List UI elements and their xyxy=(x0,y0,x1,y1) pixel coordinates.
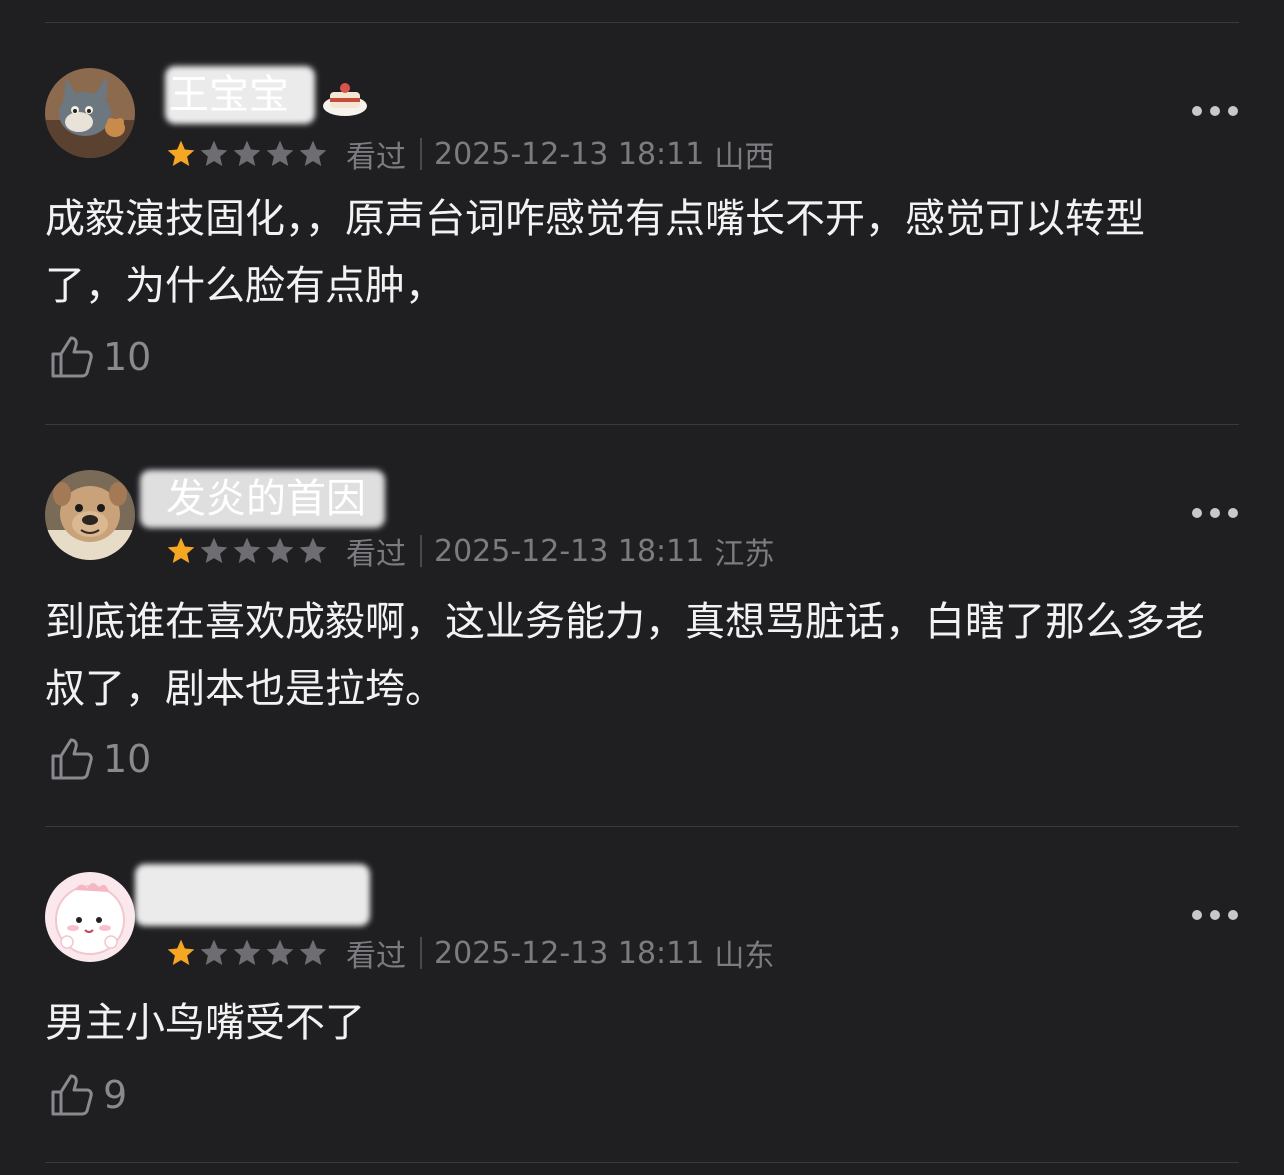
meta-separator xyxy=(420,535,422,567)
comment-text: 成毅演技固化，，原声台词咋感觉有点嘴长不开，感觉可以转型了，为什么脸有点肿， xyxy=(45,196,1145,309)
comment-location: 山西 xyxy=(714,140,775,175)
username[interactable] xyxy=(135,864,370,926)
more-options-icon[interactable] xyxy=(1192,905,1238,925)
thumbs-up-icon xyxy=(51,1074,93,1116)
comment-location: 江苏 xyxy=(714,537,775,572)
comment-meta: 看过 2025-12-13 18:11 江苏 xyxy=(165,531,775,572)
divider xyxy=(45,424,1239,425)
like-count: 10 xyxy=(103,335,152,379)
cartoon-cat-avatar-icon[interactable] xyxy=(45,68,135,158)
divider xyxy=(45,22,1239,23)
cake-badge-icon xyxy=(320,78,370,118)
comment-meta: 看过 2025-12-13 18:11 山西 xyxy=(165,134,775,175)
star-empty-icon xyxy=(299,939,327,965)
star-empty-icon xyxy=(200,939,228,965)
bulldog-avatar-icon[interactable] xyxy=(45,470,135,560)
star-empty-icon xyxy=(200,537,228,563)
star-empty-icon xyxy=(233,537,261,563)
star-empty-icon xyxy=(266,537,294,563)
star-empty-icon xyxy=(233,140,261,166)
star-empty-icon xyxy=(299,537,327,563)
thumbs-up-icon xyxy=(51,738,93,780)
watch-status: 看过 xyxy=(346,939,406,974)
meta-separator xyxy=(420,138,422,170)
comment-list-page: 王宝宝 看过 2025-12-13 18:11 山西 成毅演技固化，，原声台词咋… xyxy=(0,0,1284,1175)
rating-stars xyxy=(165,535,330,567)
star-empty-icon xyxy=(200,140,228,166)
like-button[interactable]: 10 xyxy=(47,332,151,382)
star-empty-icon xyxy=(266,140,294,166)
meta-separator xyxy=(420,937,422,969)
username[interactable]: 王宝宝 xyxy=(165,66,315,124)
pink-blob-avatar-icon[interactable] xyxy=(45,872,135,962)
like-count: 10 xyxy=(103,737,152,781)
star-filled-icon xyxy=(167,939,195,965)
watch-status: 看过 xyxy=(346,140,406,175)
comment-text: 到底谁在喜欢成毅啊，这业务能力，真想骂脏话，白瞎了那么多老叔了，剧本也是拉垮。 xyxy=(45,599,1205,712)
divider xyxy=(45,1162,1239,1163)
star-empty-icon xyxy=(233,939,261,965)
rating-stars xyxy=(165,138,330,170)
comment-datetime: 2025-12-13 18:11 xyxy=(434,136,705,172)
username[interactable]: 发炎的首因 xyxy=(140,470,385,528)
star-empty-icon xyxy=(266,939,294,965)
star-empty-icon xyxy=(299,140,327,166)
like-count: 9 xyxy=(103,1073,128,1117)
star-filled-icon xyxy=(167,140,195,166)
divider xyxy=(45,826,1239,827)
star-filled-icon xyxy=(167,537,195,563)
comment-text: 男主小鸟嘴受不了 xyxy=(45,1000,365,1046)
comment-datetime: 2025-12-13 18:11 xyxy=(434,533,705,569)
thumbs-up-icon xyxy=(51,336,93,378)
username-redaction xyxy=(135,864,370,926)
comment-meta: 看过 2025-12-13 18:11 山东 xyxy=(165,933,775,974)
watch-status: 看过 xyxy=(346,537,406,572)
like-button[interactable]: 9 xyxy=(47,1070,127,1120)
more-options-icon[interactable] xyxy=(1192,503,1238,523)
more-options-icon[interactable] xyxy=(1192,101,1238,121)
comment-location: 山东 xyxy=(714,939,775,974)
like-button[interactable]: 10 xyxy=(47,734,151,784)
rating-stars xyxy=(165,937,330,969)
comment-datetime: 2025-12-13 18:11 xyxy=(434,935,705,971)
